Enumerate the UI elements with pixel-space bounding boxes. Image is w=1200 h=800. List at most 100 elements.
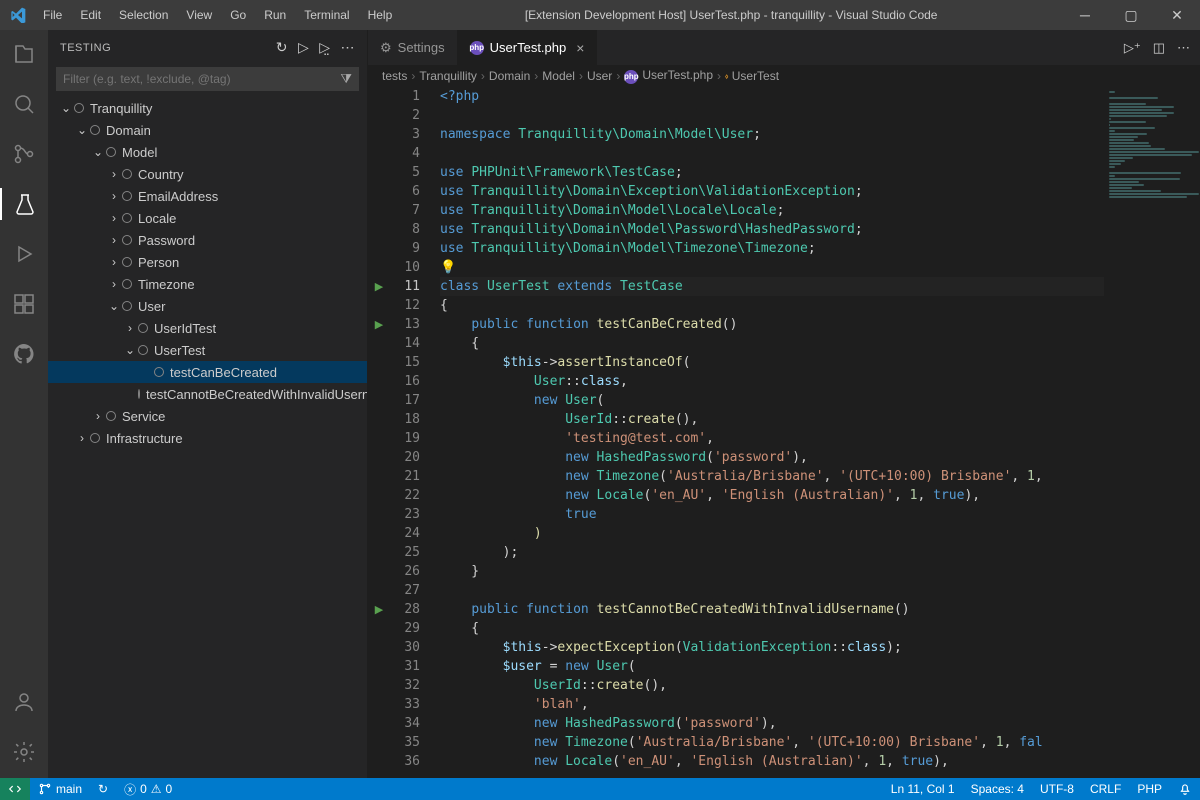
breadcrumb-item[interactable]: Domain (489, 69, 530, 83)
branch-indicator[interactable]: main (30, 782, 90, 796)
run-gutter-icon (368, 619, 390, 638)
run-file-icon[interactable]: ▷⁺ (1124, 40, 1141, 56)
search-icon[interactable] (0, 88, 48, 120)
problems-indicator[interactable]: ⓧ0 ⚠0 (116, 781, 180, 798)
encoding[interactable]: UTF-8 (1032, 782, 1082, 796)
test-status-icon (106, 411, 116, 421)
test-group[interactable]: ›Service (48, 405, 367, 427)
chevron-right-icon: › (579, 69, 583, 83)
menu-file[interactable]: File (35, 4, 70, 26)
chevron-right-icon: › (74, 431, 90, 445)
github-icon[interactable] (0, 338, 48, 370)
tree-label: testCanBeCreated (170, 365, 277, 380)
chevron-right-icon: › (717, 69, 721, 83)
menu-terminal[interactable]: Terminal (296, 4, 357, 26)
maximize-icon[interactable]: ▢ (1108, 7, 1154, 24)
split-editor-icon[interactable]: ◫ (1153, 40, 1165, 56)
more-icon[interactable]: ⋯ (341, 39, 356, 56)
code-editor[interactable]: <?phpnamespace Tranquillity\Domain\Model… (426, 87, 1104, 778)
run-all-icon[interactable]: ▷ (298, 39, 309, 56)
test-group[interactable]: ›UserIdTest (48, 317, 367, 339)
test-status-icon (122, 301, 132, 311)
run-gutter-icon (368, 657, 390, 676)
filter-input-wrapper: ⧩ (56, 67, 359, 91)
menu-selection[interactable]: Selection (111, 4, 176, 26)
editor-area: ⚙Settings phpUserTest.php × ▷⁺ ◫ ⋯ tests › T… (368, 30, 1200, 778)
explorer-icon[interactable] (0, 38, 48, 70)
run-gutter-icon[interactable]: ▶ (368, 600, 390, 619)
run-gutter-icon (368, 543, 390, 562)
test-group[interactable]: ›Country (48, 163, 367, 185)
test-group[interactable]: ›Person (48, 251, 367, 273)
menu-view[interactable]: View (178, 4, 220, 26)
test-item[interactable]: testCanBeCreated (48, 361, 367, 383)
run-gutter-icon (368, 486, 390, 505)
debug-all-icon[interactable]: ▷̤ (319, 39, 330, 56)
more-actions-icon[interactable]: ⋯ (1177, 40, 1190, 56)
test-status-icon (106, 147, 116, 157)
tab-usertest-php[interactable]: phpUserTest.php× (458, 30, 598, 65)
tree-label: EmailAddress (138, 189, 218, 204)
filter-input[interactable] (63, 72, 340, 86)
test-group[interactable]: ›EmailAddress (48, 185, 367, 207)
chevron-right-icon: › (106, 167, 122, 181)
tree-label: Domain (106, 123, 151, 138)
test-group[interactable]: ⌄Model (48, 141, 367, 163)
test-group[interactable]: ›Locale (48, 207, 367, 229)
filter-icon[interactable]: ⧩ (340, 71, 352, 87)
run-gutter-icon (368, 220, 390, 239)
tab-settings[interactable]: ⚙Settings (368, 30, 458, 65)
breadcrumb-item[interactable]: Model (542, 69, 575, 83)
test-group[interactable]: ⌄User (48, 295, 367, 317)
menu-help[interactable]: Help (360, 4, 401, 26)
test-group[interactable]: ⌄UserTest (48, 339, 367, 361)
remote-indicator[interactable] (0, 778, 30, 800)
run-debug-icon[interactable] (0, 238, 48, 270)
breadcrumb-item[interactable]: User (587, 69, 612, 83)
class-icon: ⬫ (725, 69, 728, 83)
breadcrumb-item[interactable]: tests (382, 69, 407, 83)
run-gutter-icon[interactable]: ▶ (368, 277, 390, 296)
vscode-logo-icon (0, 7, 35, 23)
extensions-icon[interactable] (0, 288, 48, 320)
activity-bar (0, 30, 48, 778)
minimap[interactable] (1104, 87, 1200, 778)
breadcrumb-item[interactable]: ⬫ UserTest (725, 69, 779, 84)
account-icon[interactable] (0, 686, 48, 718)
test-group[interactable]: ›Password (48, 229, 367, 251)
menu-edit[interactable]: Edit (72, 4, 109, 26)
chevron-right-icon: › (481, 69, 485, 83)
test-group[interactable]: ⌄ Domain (48, 119, 367, 141)
menu-bar: FileEditSelectionViewGoRunTerminalHelp (35, 4, 400, 26)
settings-gear-icon[interactable] (0, 736, 48, 768)
minimize-icon[interactable]: ─ (1062, 7, 1108, 24)
language-mode[interactable]: PHP (1129, 782, 1170, 796)
testing-icon[interactable] (0, 188, 48, 220)
test-group[interactable]: ›Infrastructure (48, 427, 367, 449)
close-tab-icon[interactable]: × (576, 40, 584, 56)
breadcrumb-item[interactable]: Tranquillity (419, 69, 477, 83)
eol[interactable]: CRLF (1082, 782, 1129, 796)
test-group[interactable]: ⌄Tranquillity (48, 97, 367, 119)
source-control-icon[interactable] (0, 138, 48, 170)
menu-go[interactable]: Go (222, 4, 254, 26)
cursor-position[interactable]: Ln 11, Col 1 (883, 782, 963, 796)
refresh-icon[interactable]: ↻ (276, 39, 288, 56)
breadcrumb-item[interactable]: phpUserTest.php (624, 68, 713, 84)
sync-indicator[interactable]: ↻ (90, 782, 116, 796)
run-gutter-icon (368, 144, 390, 163)
php-file-icon: php (470, 41, 484, 55)
close-icon[interactable]: ✕ (1154, 7, 1200, 24)
chevron-down-icon: ⌄ (74, 123, 90, 137)
run-gutter-icon (368, 106, 390, 125)
notifications-icon[interactable] (1170, 782, 1200, 796)
breadcrumbs[interactable]: tests›Tranquillity›Domain›Model›User›php… (368, 65, 1200, 87)
test-group[interactable]: ›Timezone (48, 273, 367, 295)
menu-run[interactable]: Run (256, 4, 294, 26)
run-gutter-icon[interactable]: ▶ (368, 315, 390, 334)
indentation[interactable]: Spaces: 4 (963, 782, 1032, 796)
sidebar-header: TESTING ↻ ▷ ▷̤ ⋯ (48, 30, 367, 65)
test-item[interactable]: testCannotBeCreatedWithInvalidUsername (48, 383, 367, 405)
run-gutter-icon (368, 296, 390, 315)
test-status-icon (90, 125, 100, 135)
